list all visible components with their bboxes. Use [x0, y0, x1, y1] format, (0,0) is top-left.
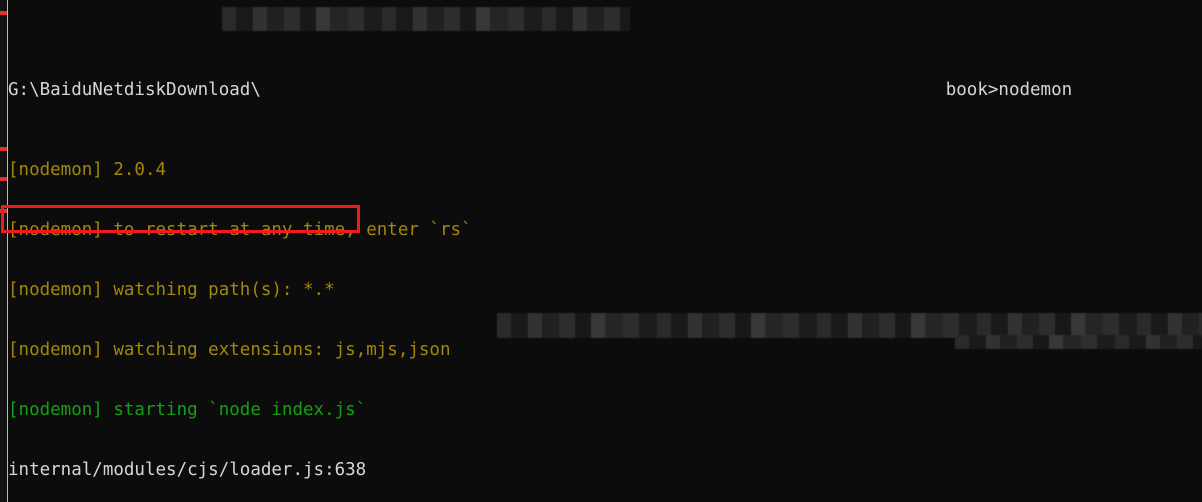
prompt-path-start: G:\BaiduNetdiskDownload\	[8, 80, 261, 100]
prompt-command: nodemon	[998, 80, 1073, 100]
log-line-nodemon-watch-paths: [nodemon] watching path(s): *.*	[8, 280, 335, 300]
gutter-match-tick[interactable]	[0, 177, 7, 181]
prompt-path-end: book>	[945, 80, 999, 100]
gutter-match-tick[interactable]	[0, 209, 7, 213]
scrollbar-gutter[interactable]	[0, 0, 8, 502]
log-line-nodemon-restart-hint: [nodemon] to restart at any time, enter …	[8, 220, 472, 240]
gutter-match-tick[interactable]	[0, 147, 7, 151]
gutter-match-tick[interactable]	[0, 11, 7, 15]
log-line-nodemon-starting: [nodemon] starting `node index.js`	[8, 400, 367, 420]
prompt-line: G:\BaiduNetdiskDownload\ book>nodemon	[8, 80, 1202, 100]
redaction-block-stack-path-tail	[955, 335, 1202, 349]
terminal-window[interactable]: G:\BaiduNetdiskDownload\ book>nodemon [n…	[0, 0, 1202, 502]
prompt-path-spacer	[261, 80, 946, 100]
log-line-loader-path: internal/modules/cjs/loader.js:638	[8, 460, 367, 480]
log-line-nodemon-version: [nodemon] 2.0.4	[8, 160, 167, 180]
redaction-block-prompt-path	[222, 7, 630, 31]
console-output: G:\BaiduNetdiskDownload\ book>nodemon [n…	[8, 0, 1202, 502]
